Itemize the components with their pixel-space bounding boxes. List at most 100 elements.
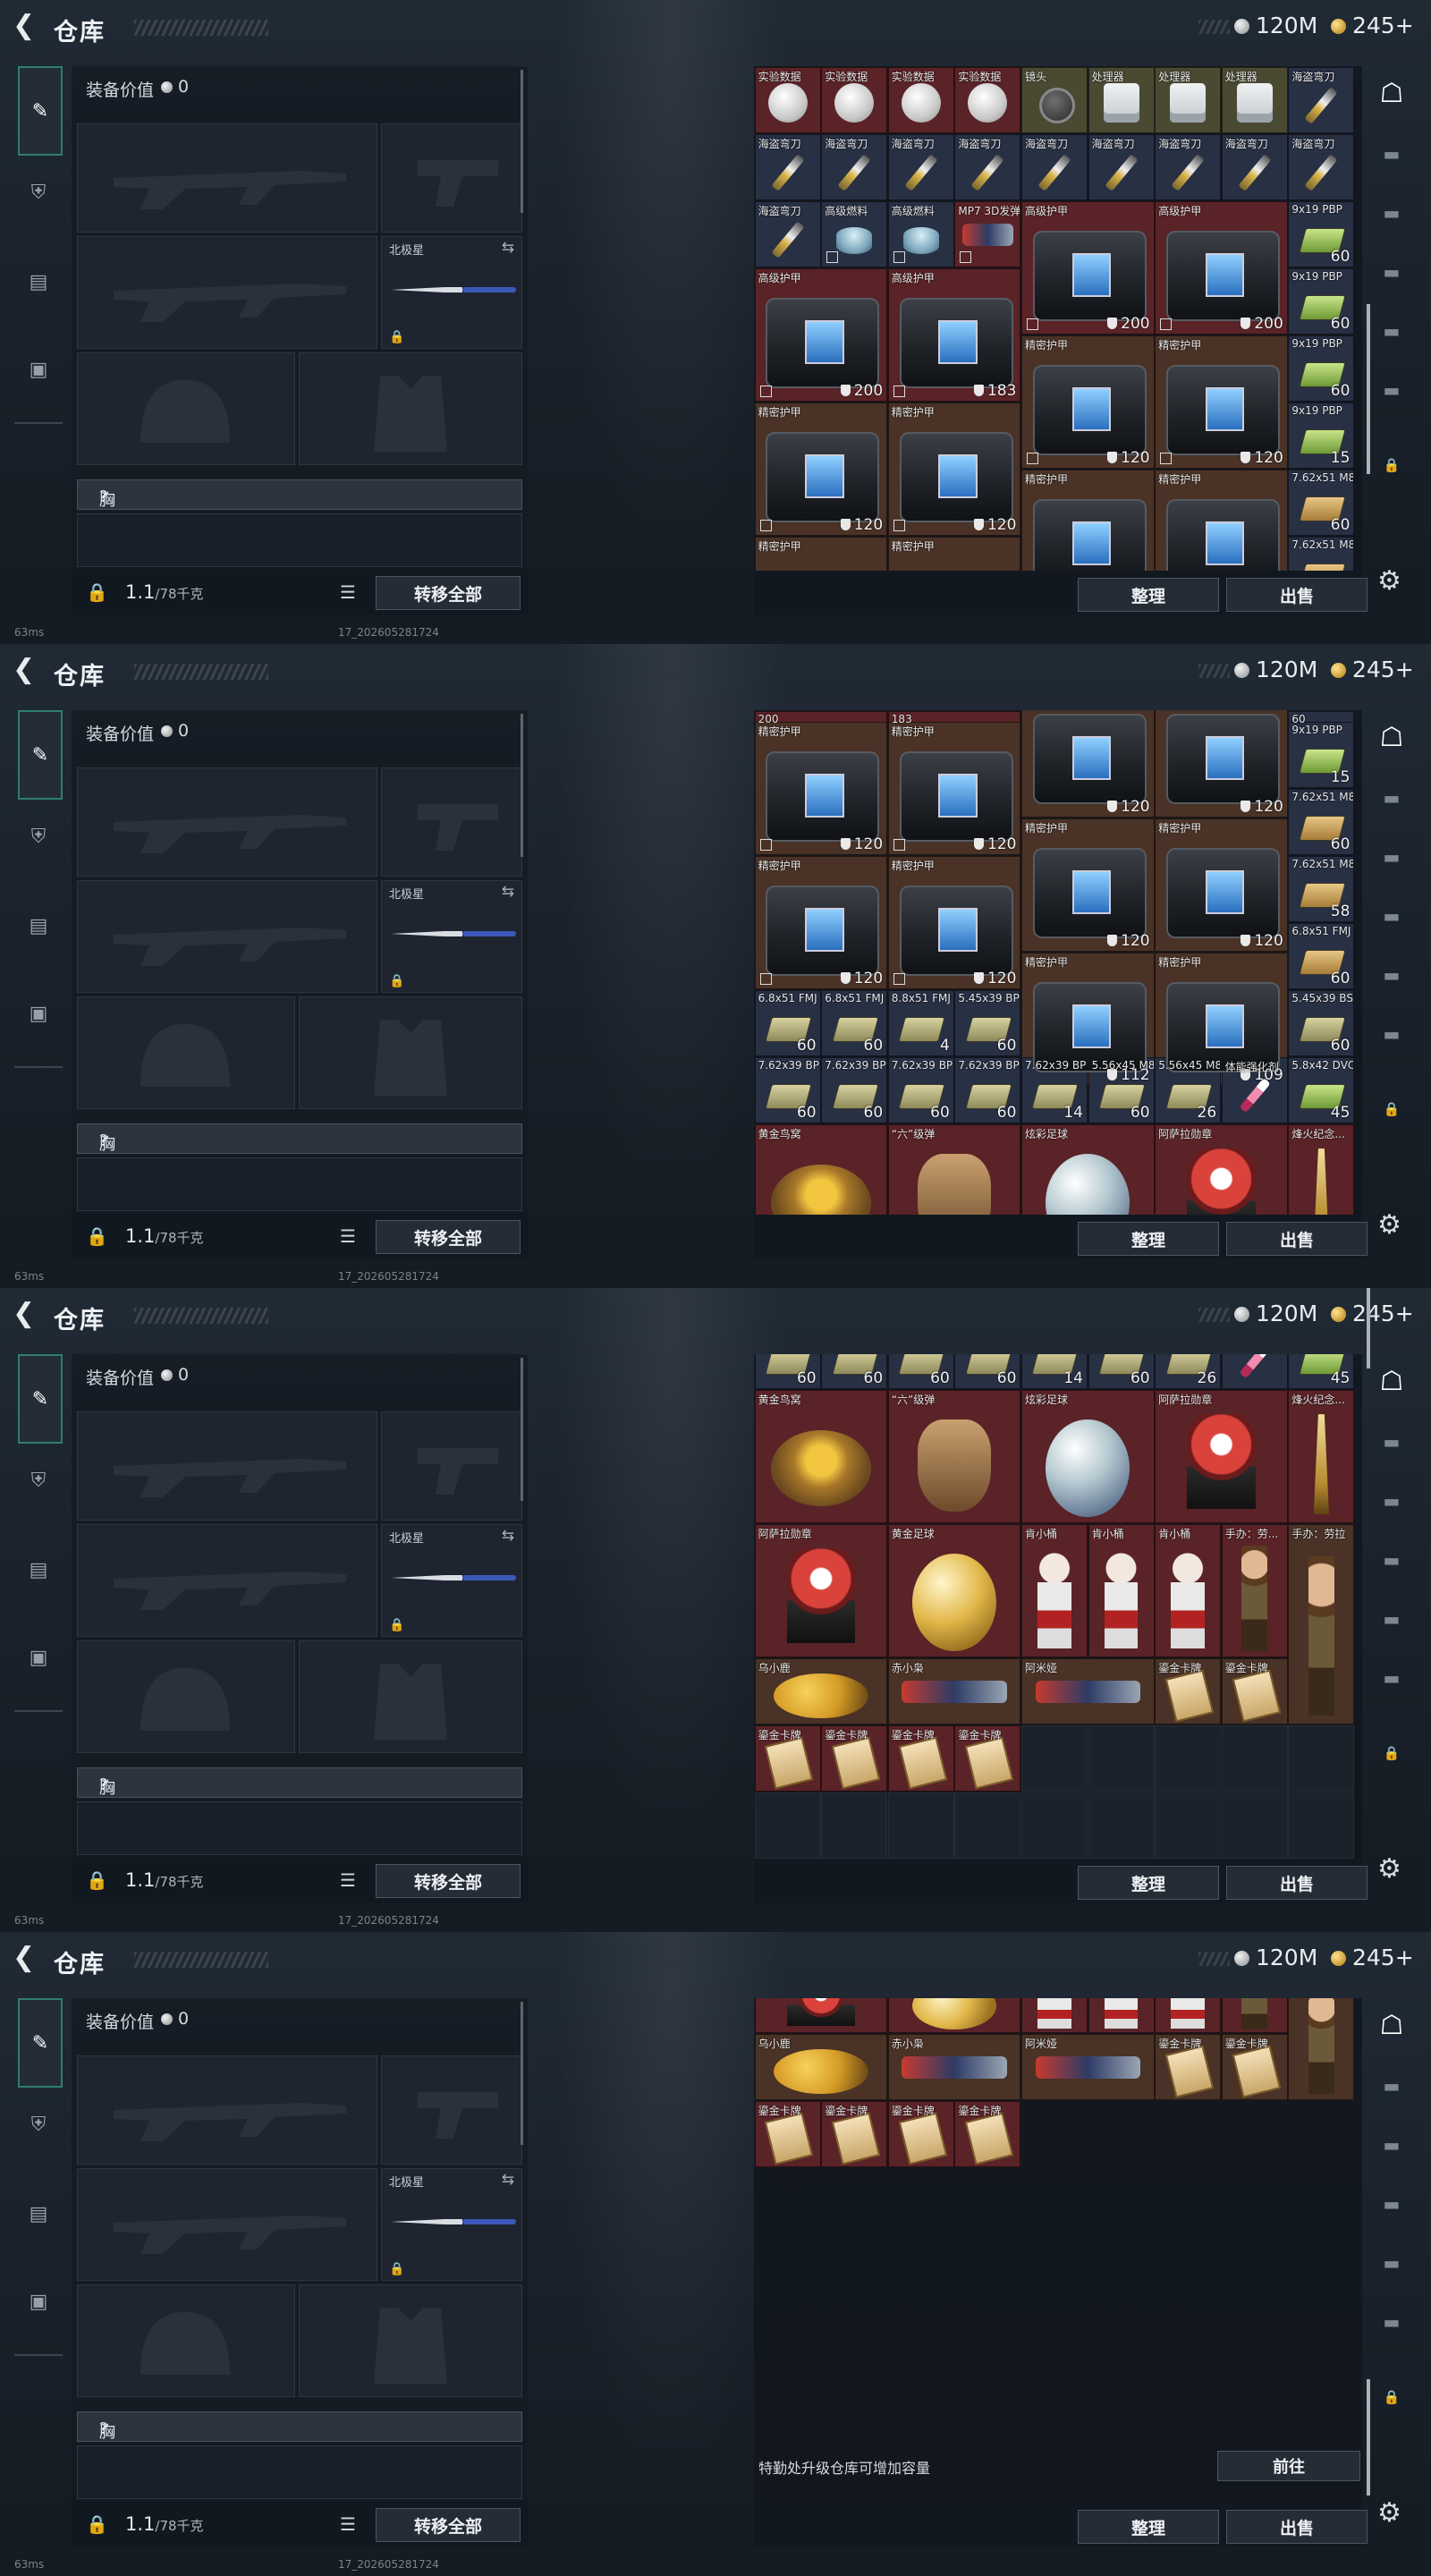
arrange-button[interactable]: 整理 — [1078, 1866, 1219, 1900]
warehouse-icon[interactable]: ☖ — [1374, 2007, 1410, 2043]
rank-icon[interactable]: ▬ — [1374, 839, 1410, 875]
inventory-item[interactable]: 精密护甲 — [1021, 469, 1155, 571]
primary-weapon-slot[interactable] — [77, 1411, 377, 1521]
primary-weapon-slot[interactable] — [77, 767, 377, 877]
empty-slot[interactable] — [1088, 1724, 1155, 1792]
help-icon[interactable]: ? — [99, 2419, 108, 2438]
empty-slot[interactable] — [754, 1792, 821, 1859]
inventory-item[interactable]: 精密护甲 — [1155, 469, 1288, 571]
inventory-item[interactable] — [754, 1998, 888, 2033]
tab-items[interactable]: ▤ — [20, 263, 57, 301]
inventory-item[interactable]: 肯小桶 — [1155, 1523, 1222, 1657]
inventory-item[interactable]: 7.62x51 M80 60 — [1288, 788, 1355, 855]
inventory-item[interactable]: 精密护甲 120 — [1021, 335, 1155, 469]
inventory-item[interactable]: 海盗弯刀 — [1155, 133, 1222, 200]
inventory-item[interactable]: 海盗弯刀 — [1021, 133, 1088, 200]
gear-icon[interactable]: ⚙ — [1377, 1853, 1401, 1885]
inventory-item[interactable]: 7.62x51 M80 60 — [1288, 469, 1355, 536]
rank-icon[interactable]: ▬ — [1374, 1542, 1410, 1578]
inventory-item[interactable]: 阿萨拉勋章 — [1155, 1123, 1288, 1215]
inventory-item[interactable]: 炫彩足球 — [1021, 1123, 1155, 1215]
empty-slot[interactable] — [1288, 1724, 1355, 1792]
inventory-item[interactable]: MP7 3D发弹器 — [954, 200, 1021, 267]
secondary-weapon-slot[interactable] — [381, 767, 522, 877]
sell-button[interactable]: 出售 — [1226, 1222, 1367, 1256]
rank-icon[interactable]: ▬ — [1374, 254, 1410, 290]
inventory-item[interactable]: 海盗弯刀 — [887, 133, 954, 200]
inventory-item[interactable]: 120 — [1021, 710, 1155, 818]
inventory-item[interactable]: 精密护甲 120 — [887, 855, 1021, 989]
inventory-item[interactable]: 体能强化剂 — [1221, 1056, 1288, 1123]
chest-rig-bar[interactable]: 胸挂 ? — [77, 1123, 522, 1177]
empty-slot[interactable] — [1155, 1724, 1222, 1792]
scrollbar[interactable] — [521, 70, 523, 213]
inventory-item[interactable]: 7.62x39 BP60 — [887, 1354, 954, 1389]
inventory-item[interactable]: 7.62x39 BP60 — [754, 1354, 821, 1389]
inventory-item[interactable]: 处理器 — [1221, 66, 1288, 133]
chevron-left-icon[interactable]: ❮ — [13, 1301, 39, 1327]
inventory-item[interactable]: 8.8x51 FMJ 4 — [887, 989, 954, 1056]
empty-slot[interactable] — [954, 1792, 1021, 1859]
inventory-item[interactable]: 7.62x39 BP60 — [754, 1056, 821, 1123]
tab-weapons[interactable]: ✎ — [18, 1354, 63, 1444]
inventory-item[interactable] — [1221, 1998, 1288, 2033]
inventory-item[interactable] — [887, 1998, 1021, 2033]
rank-icon[interactable]: ▬ — [1374, 1483, 1410, 1519]
inventory-item[interactable]: 7.62x39 BP60 — [954, 1354, 1021, 1389]
rank-icon[interactable]: ▬ — [1374, 2127, 1410, 2163]
chevron-left-icon[interactable]: ❮ — [13, 13, 39, 39]
inventory-item[interactable]: 手办：劳拉 — [1288, 1998, 1355, 2100]
inventory-item[interactable]: 9x19 PBP 60 — [1288, 267, 1355, 335]
rank-icon[interactable]: ▬ — [1374, 2068, 1410, 2104]
secondary-weapon-slot[interactable] — [381, 2055, 522, 2165]
inventory-item[interactable]: 高级护甲 183 — [887, 267, 1021, 402]
transfer-all-button[interactable]: 转移全部 — [376, 1220, 521, 1254]
tab-cases[interactable]: ▣ — [20, 995, 57, 1032]
rank-icon[interactable]: ▬ — [1374, 372, 1410, 408]
inventory-item[interactable]: 精密护甲 — [754, 536, 888, 571]
inventory-item[interactable]: 5.45x39 BS 60 — [1288, 989, 1355, 1056]
chest-rig-bar[interactable]: 胸挂 ? — [77, 1767, 522, 1821]
inventory-item[interactable]: 7.62x39 BP60 — [821, 1354, 888, 1389]
inventory-item[interactable]: 精密护甲 120 — [754, 721, 888, 855]
inventory-item[interactable]: 阿米娅 — [1021, 1657, 1155, 1724]
inventory-item[interactable]: 黄金鸟窝 — [754, 1389, 888, 1523]
gear-icon[interactable]: ⚙ — [1377, 565, 1401, 597]
go-button[interactable]: 前往 — [1217, 2451, 1360, 2481]
chevron-left-icon[interactable]: ❮ — [13, 1945, 39, 1971]
scrollbar[interactable] — [521, 714, 523, 857]
helmet-slot[interactable] — [77, 1640, 295, 1753]
empty-slot[interactable] — [1221, 1792, 1288, 1859]
swap-icon[interactable]: ⇆ — [502, 883, 514, 901]
tab-armor[interactable]: ⛨ — [20, 2106, 57, 2143]
scrollbar[interactable] — [521, 1358, 523, 1501]
inventory-item[interactable]: 高级燃料 — [887, 200, 954, 267]
inventory-item[interactable]: 精密护甲 120 — [887, 721, 1021, 855]
inventory-item[interactable]: 海盗弯刀 — [954, 133, 1021, 200]
inventory-item[interactable]: 9x19 PBP 15 — [1288, 402, 1355, 469]
inventory-item[interactable]: 5.8x42 DVC1245 — [1288, 1354, 1355, 1389]
inventory-item[interactable]: 鎏金卡牌 — [954, 2100, 1021, 2167]
inventory-item[interactable] — [1088, 1998, 1155, 2033]
inventory-item[interactable]: 精密护甲 120 — [754, 855, 888, 989]
gear-icon[interactable]: ⚙ — [1377, 2497, 1401, 2529]
inventory-item[interactable]: 鎏金卡牌 — [754, 2100, 821, 2167]
inventory-item[interactable]: 5.56x45 M855A1 60 — [1088, 1056, 1155, 1123]
inventory-item[interactable]: 120 — [1155, 710, 1288, 818]
inventory-item[interactable]: 手办：劳拉 — [1288, 1523, 1355, 1724]
second-weapon-slot[interactable] — [77, 2168, 377, 2281]
rank-icon[interactable]: ▬ — [1374, 898, 1410, 934]
tab-weapons[interactable]: ✎ — [18, 710, 63, 800]
helmet-slot[interactable] — [77, 996, 295, 1109]
empty-slot[interactable] — [1155, 1792, 1222, 1859]
inventory-item[interactable]: 炫彩足球 — [1021, 1389, 1155, 1523]
inventory-item[interactable]: 5.56x45 M855A1 26 — [1155, 1056, 1222, 1123]
inventory-item[interactable]: 9x19 PBP 60 — [1288, 335, 1355, 402]
help-icon[interactable]: ? — [99, 487, 108, 506]
inventory-item[interactable]: 高级护甲 200 — [754, 267, 888, 402]
inventory-item[interactable]: 阿萨拉勋章 — [754, 1523, 888, 1657]
inventory-item[interactable]: 海盗弯刀 — [1288, 133, 1355, 200]
inventory-item[interactable]: 海盗弯刀 — [754, 133, 821, 200]
rank-icon[interactable]: ▬ — [1374, 1016, 1410, 1052]
tab-cases[interactable]: ▣ — [20, 351, 57, 388]
